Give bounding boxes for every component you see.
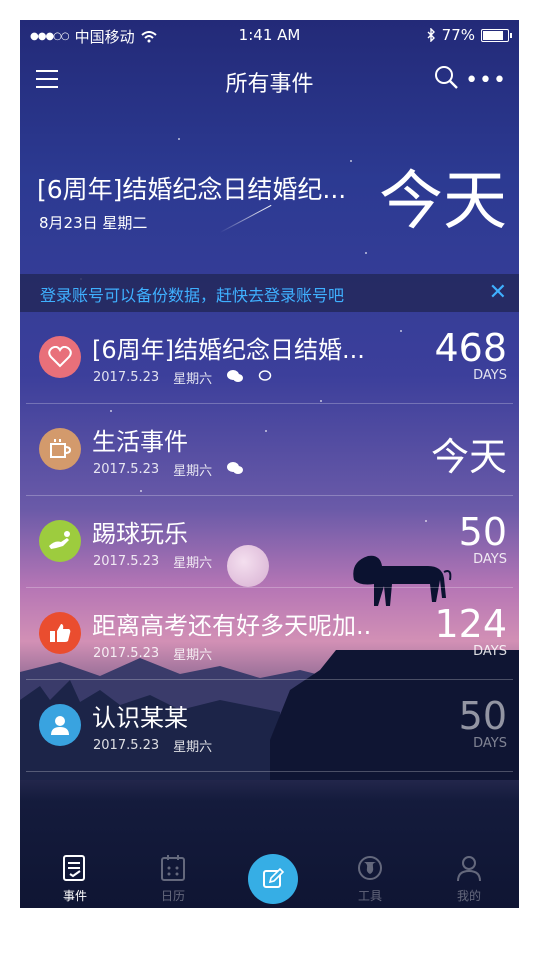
thumbs-up-icon: [39, 612, 81, 654]
tab-events[interactable]: 事件: [45, 854, 105, 904]
event-row[interactable]: 认识某某 2017.5.23 星期六 50 DAYS: [20, 680, 519, 772]
app-screen: ●●●○○ 中国移动 1:41 AM 77% 所有事件 ••• [6周年]结婚纪…: [20, 20, 519, 908]
event-count: 今天: [430, 435, 507, 479]
event-row[interactable]: 距离高考还有好多天呢加.. 2017.5.23 星期六 124 DAYS: [20, 588, 519, 680]
tab-label: 日历: [160, 889, 185, 903]
event-unit: DAYS: [473, 736, 507, 751]
event-unit: DAYS: [473, 552, 507, 567]
event-weekday: 星期六: [173, 556, 213, 571]
kick-icon: [39, 520, 81, 562]
featured-event-date: 8月23日 星期二: [39, 214, 148, 232]
battery-icon: [481, 28, 512, 42]
event-date: 2017.5.23: [93, 370, 160, 385]
comment-icon: [258, 369, 272, 386]
event-meta: 2017.5.23 星期六: [93, 552, 212, 571]
event-date: 2017.5.23: [93, 554, 160, 569]
profile-icon: [457, 856, 481, 882]
event-count: 468: [434, 326, 507, 370]
event-meta: 2017.5.23 星期六: [93, 368, 272, 387]
event-weekday: 星期六: [173, 372, 213, 387]
person-icon: [39, 704, 81, 746]
status-bar: ●●●○○ 中国移动 1:41 AM 77%: [20, 20, 519, 50]
wechat-icon: [226, 369, 244, 387]
event-count: 50: [458, 510, 507, 554]
search-icon[interactable]: [433, 64, 459, 90]
event-meta: 2017.5.23 星期六: [93, 644, 212, 663]
tab-bar: 事件 日历 工具 我的: [20, 840, 519, 908]
add-event-button[interactable]: [248, 854, 298, 904]
event-title: 距离高考还有好多天呢加..: [92, 612, 372, 640]
more-icon[interactable]: •••: [465, 68, 507, 93]
close-icon[interactable]: ✕: [489, 280, 507, 305]
tab-label: 工具: [357, 889, 382, 903]
login-banner[interactable]: 登录账号可以备份数据，赶快去登录账号吧 ✕: [20, 274, 519, 312]
wechat-icon: [226, 461, 244, 479]
event-date: 2017.5.23: [93, 738, 160, 753]
tab-tools[interactable]: 工具: [340, 854, 400, 904]
event-unit: DAYS: [473, 644, 507, 659]
tab-profile[interactable]: 我的: [439, 854, 499, 904]
event-date: 2017.5.23: [93, 462, 160, 477]
event-title: 踢球玩乐: [92, 520, 188, 548]
tab-label: 我的: [456, 889, 481, 903]
event-title: 生活事件: [92, 428, 188, 456]
event-row[interactable]: 踢球玩乐 2017.5.23 星期六 50 DAYS: [20, 496, 519, 588]
login-banner-text[interactable]: 登录账号可以备份数据，赶快去登录账号吧: [40, 282, 344, 306]
heart-icon: [39, 336, 81, 378]
cup-icon: [39, 428, 81, 470]
battery-percent: 77%: [441, 26, 475, 44]
event-unit: DAYS: [473, 368, 507, 383]
event-title: 认识某某: [92, 704, 188, 732]
divider: [26, 771, 513, 772]
event-weekday: 星期六: [173, 740, 213, 755]
tab-calendar[interactable]: 日历: [143, 854, 203, 904]
featured-event-countdown: 今天: [379, 165, 507, 239]
event-row[interactable]: [6周年]结婚纪念日结婚... 2017.5.23 星期六 468 DAYS: [20, 312, 519, 404]
event-meta: 2017.5.23 星期六: [93, 460, 244, 479]
event-count: 50: [458, 694, 507, 738]
event-weekday: 星期六: [173, 464, 213, 479]
tab-label: 事件: [62, 889, 87, 903]
event-weekday: 星期六: [173, 648, 213, 663]
nav-bar: 所有事件 •••: [20, 60, 519, 100]
event-date: 2017.5.23: [93, 646, 160, 661]
event-row[interactable]: 生活事件 2017.5.23 星期六 今天: [20, 404, 519, 496]
event-count: 124: [434, 602, 507, 646]
event-title: [6周年]结婚纪念日结婚...: [92, 336, 365, 364]
calendar-icon: [161, 855, 185, 881]
featured-event-title: [6周年]结婚纪念日结婚纪...: [37, 175, 347, 204]
globe-icon: [358, 856, 382, 880]
bluetooth-icon: [427, 28, 435, 42]
event-list-icon: [63, 855, 85, 881]
edit-icon: [263, 867, 285, 888]
event-meta: 2017.5.23 星期六: [93, 736, 212, 755]
